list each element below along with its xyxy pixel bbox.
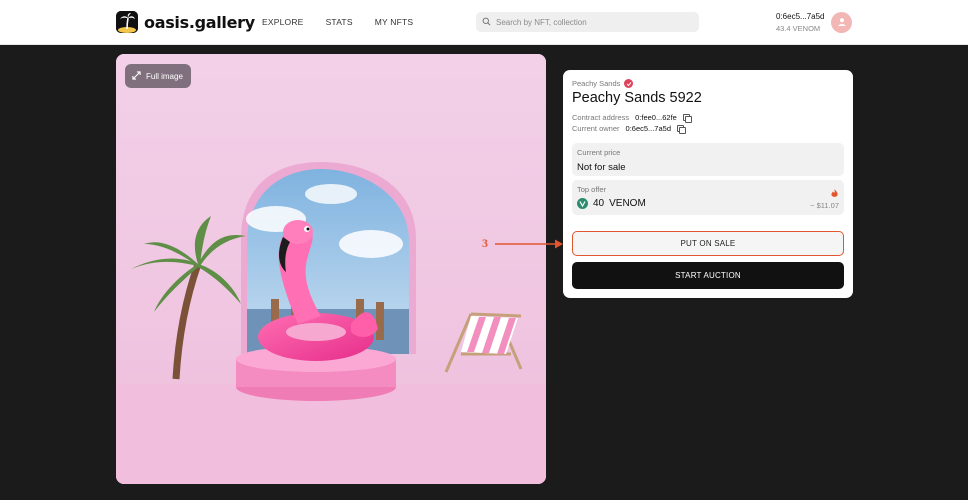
account-address: 0:6ec5...7a5d: [776, 12, 825, 21]
put-on-sale-button[interactable]: PUT ON SALE: [572, 231, 844, 256]
logo[interactable]: oasis.gallery: [116, 11, 255, 33]
nav-explore[interactable]: EXPLORE: [262, 17, 304, 27]
offer-amount: 40: [593, 198, 605, 209]
nav-my-nfts[interactable]: MY NFTS: [375, 17, 414, 27]
search-bar[interactable]: [476, 12, 699, 32]
venom-icon: [577, 198, 588, 209]
copy-icon[interactable]: [682, 114, 692, 123]
annotation-number: 3: [482, 236, 488, 250]
contract-label: Contract address: [572, 113, 630, 122]
nft-artwork: [116, 54, 546, 484]
expand-icon: [132, 70, 141, 82]
start-auction-button[interactable]: START AUCTION: [572, 262, 844, 289]
collection-name: Peachy Sands: [572, 79, 621, 88]
search-input[interactable]: [496, 17, 686, 27]
account-info[interactable]: 0:6ec5...7a5d 43.4 VENOM: [776, 12, 824, 33]
top-offer-box: Top offer 40 VENOM ~ $11.07: [572, 180, 844, 215]
nft-title: Peachy Sands 5922: [572, 90, 702, 106]
owner-label: Current owner: [572, 124, 620, 133]
offer-usd: ~ $11.07: [810, 201, 839, 210]
collection-link[interactable]: Peachy Sands: [572, 79, 634, 88]
price-label: Current price: [577, 148, 621, 157]
palm-logo-icon: [116, 11, 138, 33]
main-nav: EXPLORE STATS MY NFTS: [262, 17, 413, 27]
full-image-label: Full image: [146, 71, 183, 81]
logo-text: oasis.gallery: [144, 12, 255, 32]
offer-currency: VENOM: [609, 198, 646, 209]
price-value: Not for sale: [577, 162, 626, 173]
full-image-button[interactable]: Full image: [125, 64, 191, 88]
owner-value: 0:6ec5...7a5d: [625, 124, 671, 133]
owner-row: Current owner 0:6ec5...7a5d: [572, 124, 686, 134]
nft-image[interactable]: Full image: [116, 54, 546, 484]
verified-icon: [624, 79, 634, 88]
offer-amount-row: 40 VENOM: [577, 198, 646, 209]
current-price-box: Current price Not for sale: [572, 143, 844, 176]
arrow-icon: [495, 237, 565, 255]
contract-row: Contract address 0:fee0...62fe: [572, 113, 692, 123]
offer-label: Top offer: [577, 185, 607, 194]
contract-value: 0:fee0...62fe: [635, 113, 677, 122]
account-balance: 43.4 VENOM: [776, 24, 821, 33]
nft-detail-card: Peachy Sands Peachy Sands 5922 Contract …: [563, 70, 853, 298]
nav-stats[interactable]: STATS: [326, 17, 353, 27]
copy-icon[interactable]: [677, 125, 686, 134]
search-icon: [482, 13, 491, 31]
top-header: oasis.gallery EXPLORE STATS MY NFTS 0:6e…: [0, 0, 968, 45]
avatar[interactable]: [831, 12, 852, 33]
user-icon: [837, 14, 847, 32]
